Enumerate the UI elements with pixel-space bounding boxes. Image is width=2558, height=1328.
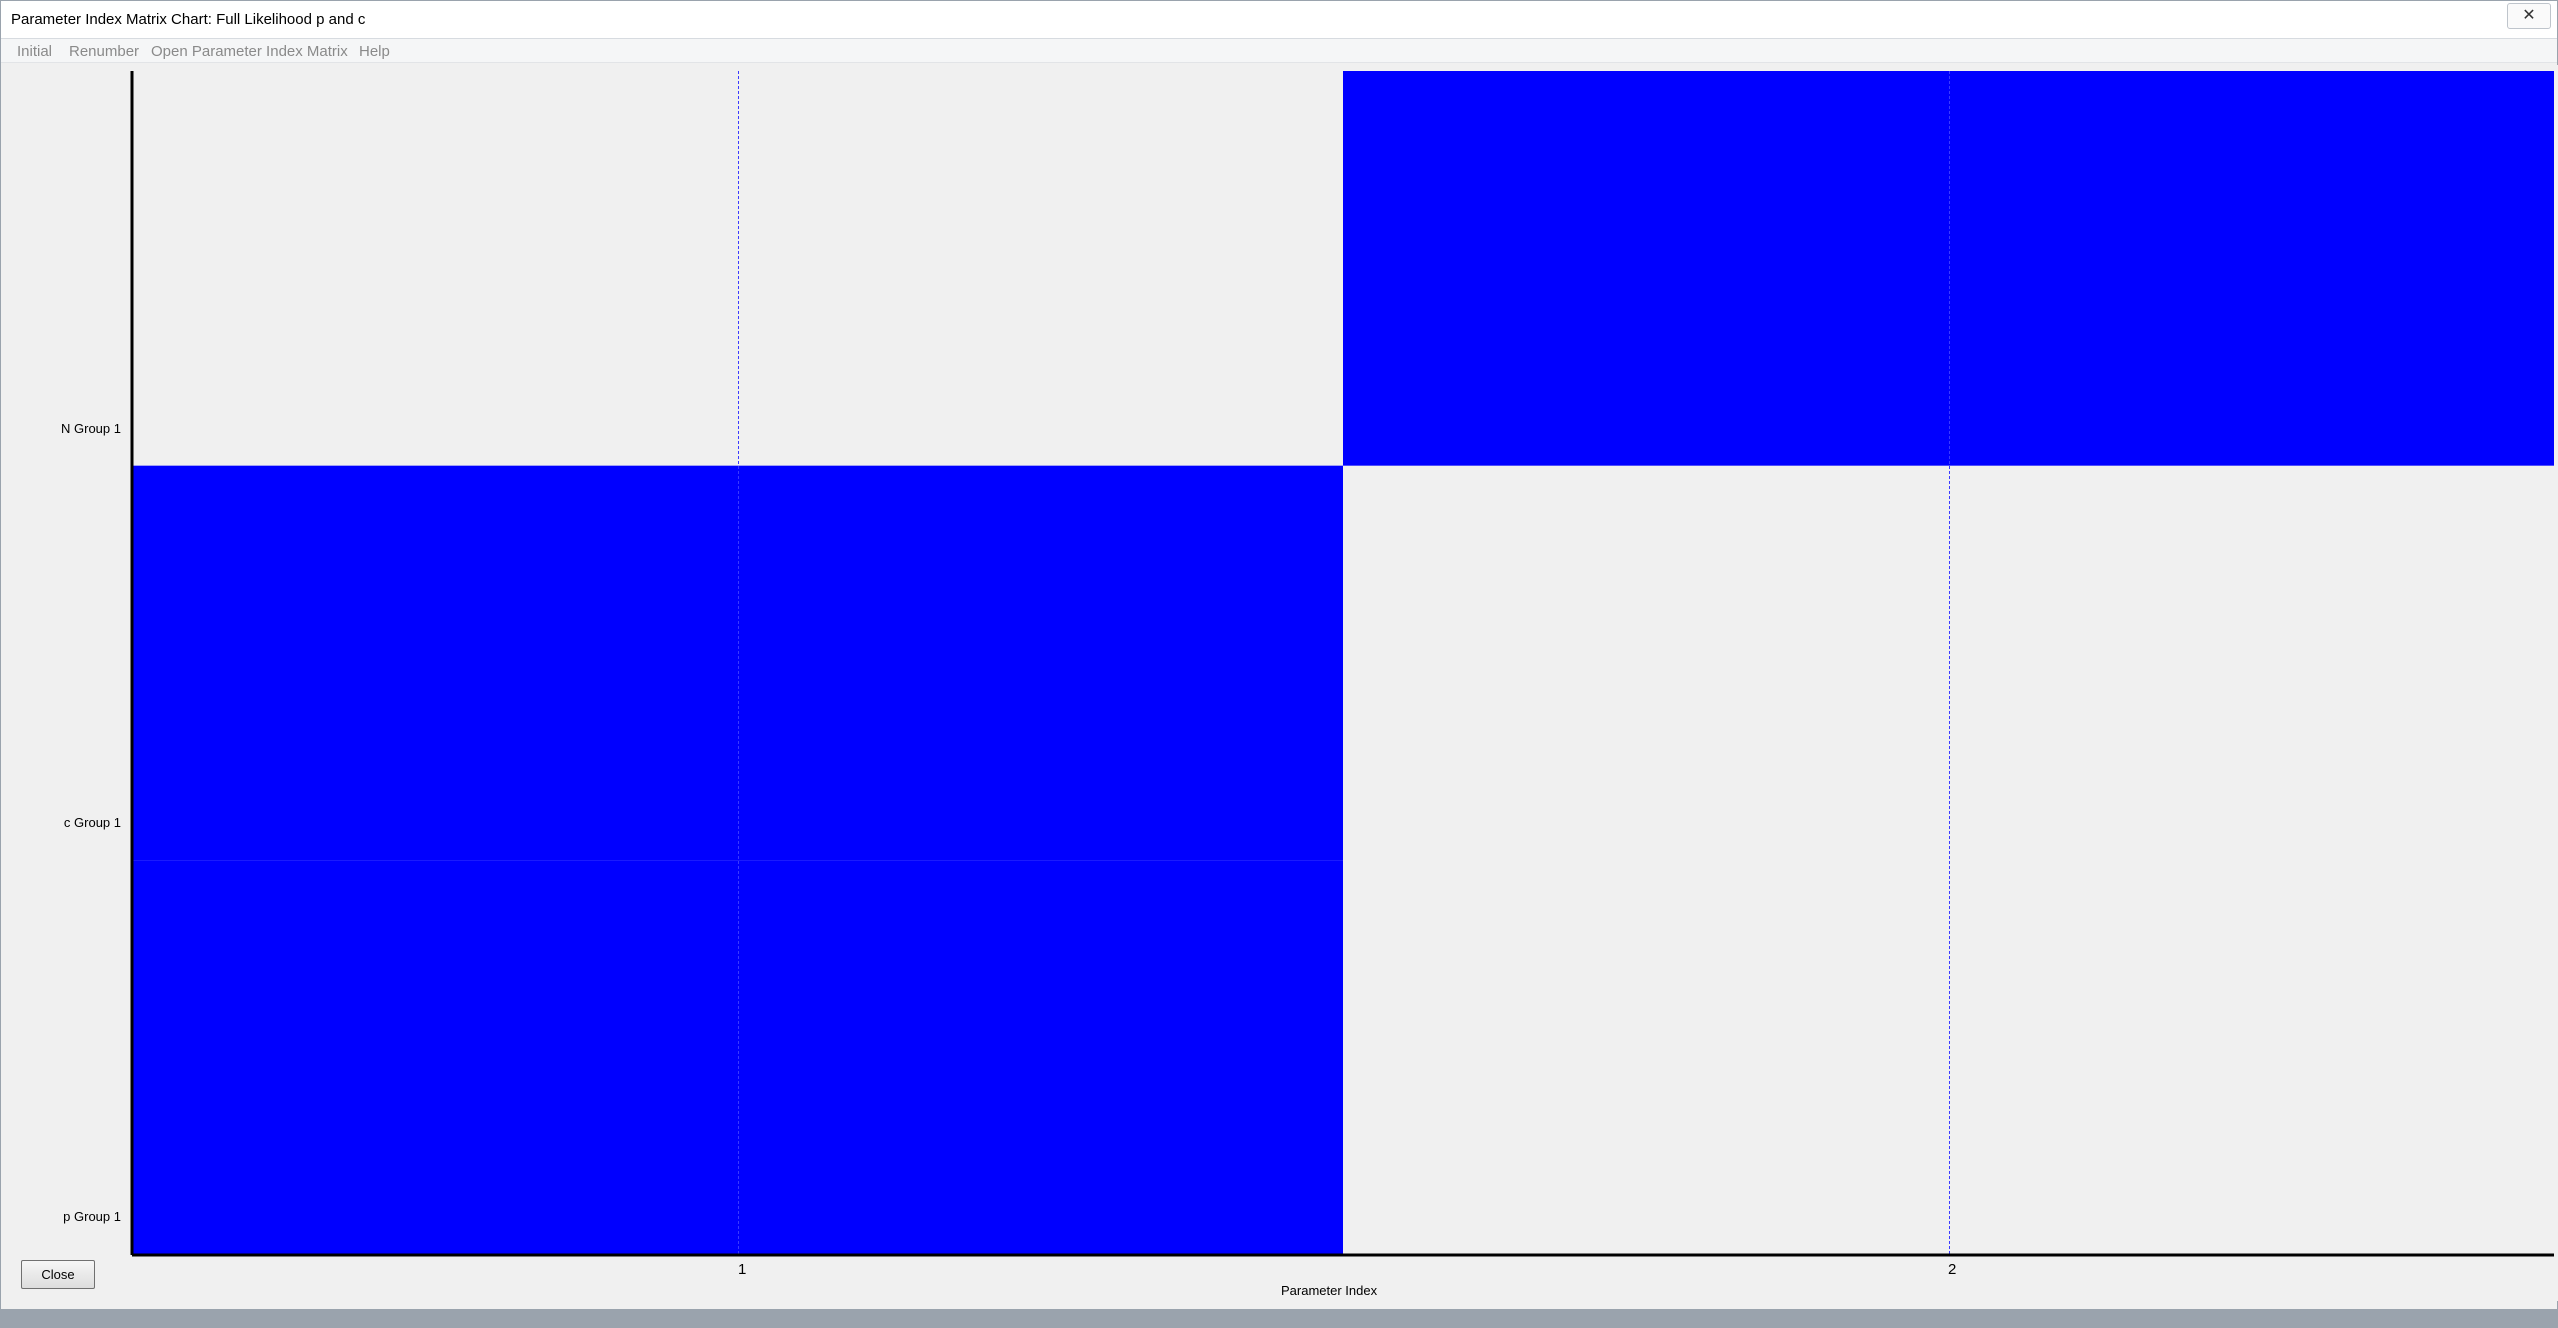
- close-button[interactable]: Close: [21, 1260, 95, 1289]
- x-tick-label-2: 2: [1948, 1261, 1957, 1278]
- x-tick-label-1: 1: [738, 1261, 747, 1278]
- menu-item-open-pim[interactable]: Open Parameter Index Matrix: [151, 43, 348, 60]
- menu-bar: Initial Renumber Open Parameter Index Ma…: [1, 39, 2557, 63]
- menu-item-help[interactable]: Help: [359, 43, 390, 60]
- matrix-cell-1: [132, 860, 1343, 1255]
- y-tick-label-n-group-1: N Group 1: [61, 421, 121, 436]
- menu-item-initial[interactable]: Initial: [17, 43, 52, 60]
- window-title: Parameter Index Matrix Chart: Full Likel…: [11, 11, 366, 28]
- matrix-cell-2: [132, 465, 1343, 861]
- y-tick-label-c-group-1: c Group 1: [63, 815, 121, 830]
- title-bar: Parameter Index Matrix Chart: Full Likel…: [1, 1, 2557, 39]
- chart-area: p Group 1 c Group 1 N Group 1 1 2 Parame…: [11, 65, 2558, 1301]
- pim-chart: [130, 71, 2554, 1257]
- y-tick-label-p-group-1: p Group 1: [63, 1209, 121, 1224]
- window-close-icon[interactable]: ✕: [2507, 3, 2551, 29]
- matrix-cell-3: [1343, 71, 2554, 466]
- menu-item-renumber[interactable]: Renumber: [69, 43, 139, 60]
- x-axis-title: Parameter Index: [1281, 1283, 1378, 1298]
- pim-chart-window: Parameter Index Matrix Chart: Full Likel…: [0, 0, 2558, 1310]
